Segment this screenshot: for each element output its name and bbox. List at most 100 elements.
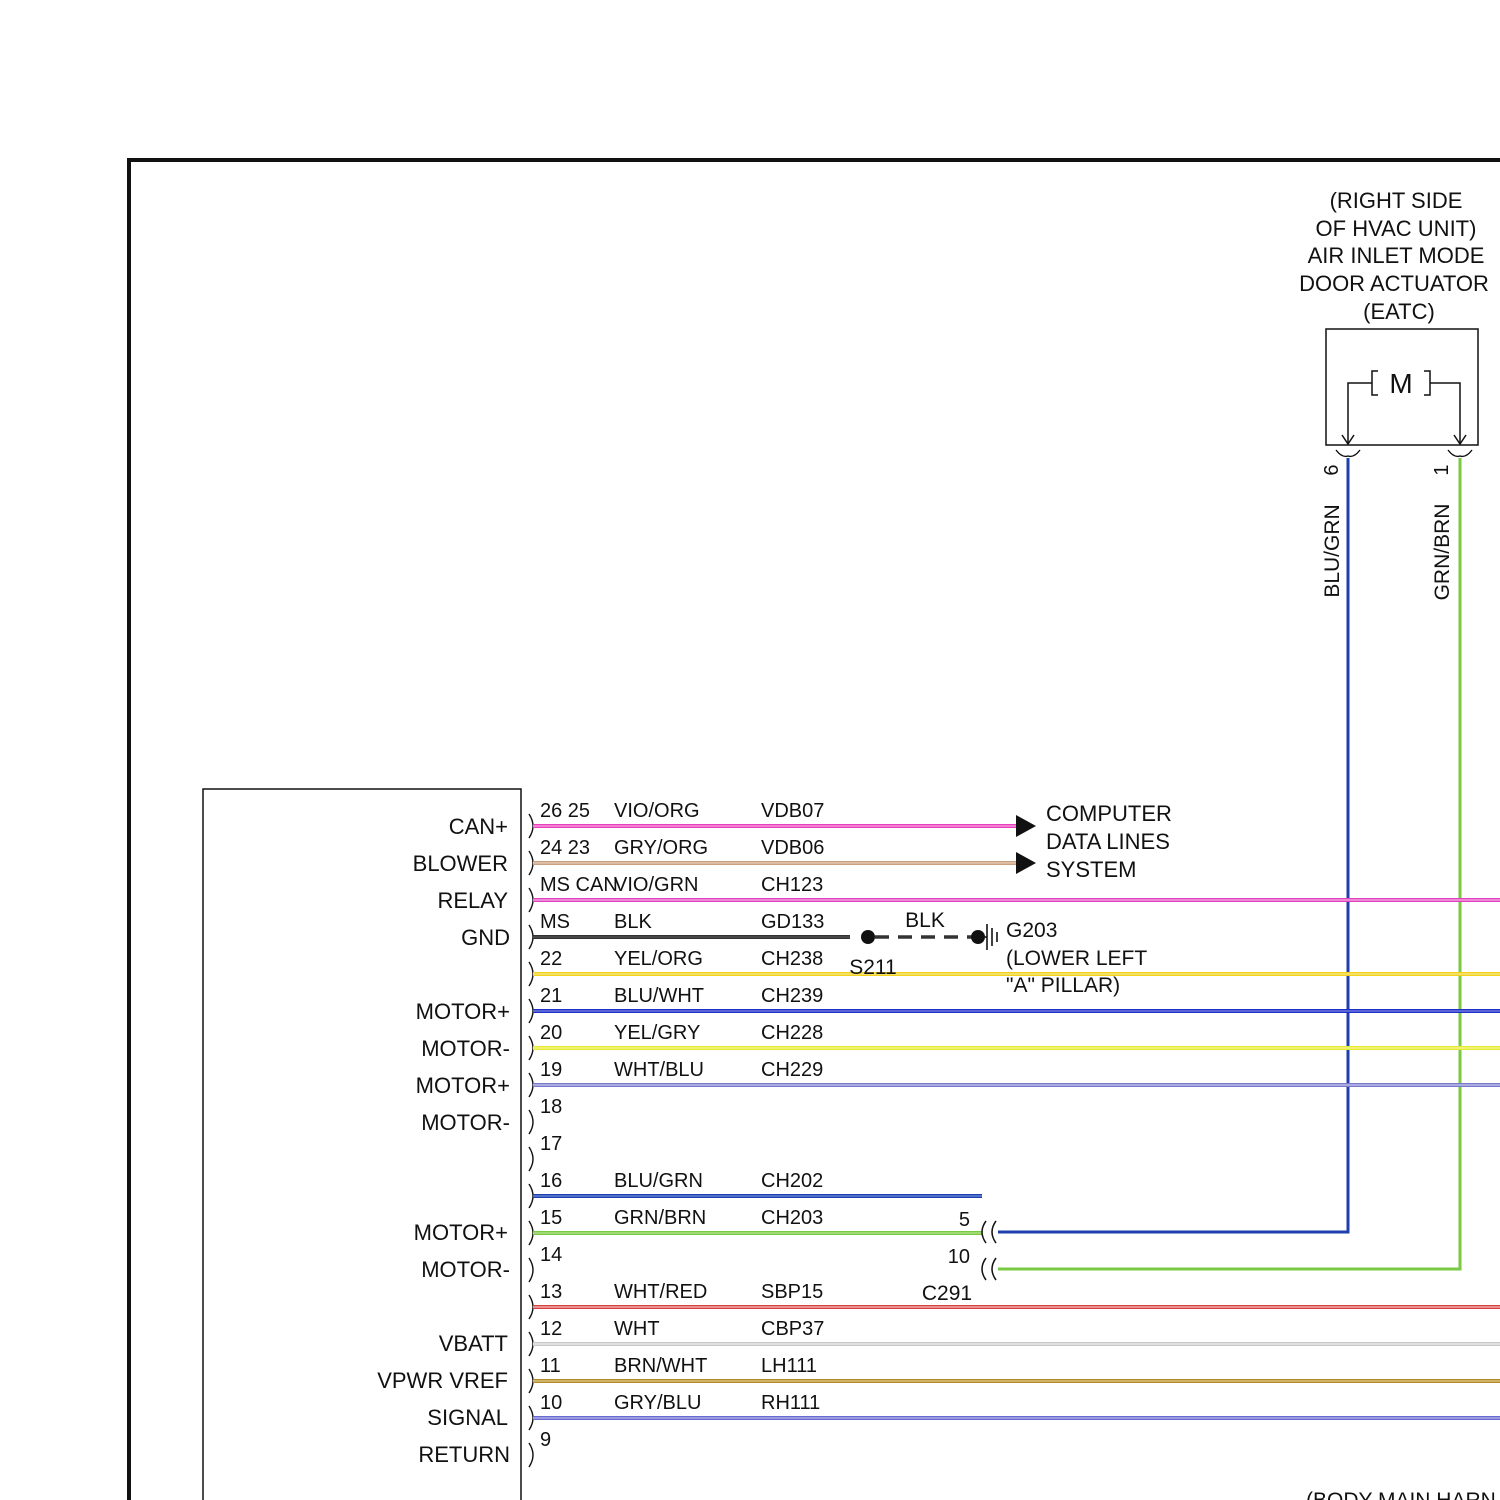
circuit-id-4: CH238 bbox=[761, 948, 823, 970]
wire-color-0: VIO/ORG bbox=[614, 800, 700, 822]
wire-color-15: BRN/WHT bbox=[614, 1355, 707, 1377]
arrow-vdb06 bbox=[1016, 852, 1036, 874]
circuit-id-2: CH123 bbox=[761, 874, 823, 896]
motor-label: M bbox=[1389, 368, 1412, 399]
pin-number-12: 14 bbox=[540, 1244, 562, 1266]
ground-symbol bbox=[985, 924, 998, 950]
module-label-signal: SIGNAL bbox=[427, 1405, 508, 1430]
circuit-id-1: VDB06 bbox=[761, 837, 824, 859]
pin-number-10: 16 bbox=[540, 1170, 562, 1192]
pin-number-16: 10 bbox=[540, 1392, 562, 1414]
ground-location-line-2: "A" PILLAR) bbox=[1006, 974, 1120, 997]
module-terminal-10 bbox=[528, 1183, 534, 1209]
module-label-motor-minus-3: MOTOR- bbox=[421, 1257, 510, 1282]
inline-connector-c291: 5 10 C291 bbox=[922, 1209, 997, 1305]
wire-color-10: BLU/GRN bbox=[614, 1170, 703, 1192]
module-terminal-8 bbox=[528, 1109, 534, 1135]
circuit-id-3: GD133 bbox=[761, 911, 824, 933]
wire-color-4: YEL/ORG bbox=[614, 948, 703, 970]
c291-pin-10: 10 bbox=[948, 1246, 970, 1268]
module-terminal-1 bbox=[528, 850, 534, 876]
arrow-vdb07 bbox=[1016, 815, 1036, 837]
module-terminal-14 bbox=[528, 1331, 534, 1357]
actuator-title-line-2: OF HVAC UNIT) bbox=[1316, 216, 1477, 241]
wire-color-3: BLK bbox=[614, 911, 652, 933]
pin-number-8: 18 bbox=[540, 1096, 562, 1118]
module-terminal-0 bbox=[528, 813, 534, 839]
pin-number-13: 13 bbox=[540, 1281, 562, 1303]
c291-label: C291 bbox=[922, 1282, 972, 1305]
module-label-motor-plus-3: MOTOR+ bbox=[414, 1220, 508, 1245]
wire-color-1: GRY/ORG bbox=[614, 837, 708, 859]
module-label-motor-plus-2: MOTOR+ bbox=[416, 1073, 510, 1098]
circuit-id-7: CH229 bbox=[761, 1059, 823, 1081]
module-terminal-13 bbox=[528, 1294, 534, 1320]
wire-color-16: GRY/BLU bbox=[614, 1392, 701, 1414]
ground-wire-color: BLK bbox=[905, 909, 945, 932]
splice-s211-dot bbox=[861, 930, 875, 944]
pin-number-5: 21 bbox=[540, 985, 562, 1007]
wire-color-7: WHT/BLU bbox=[614, 1059, 704, 1081]
data-lines-line-3: SYSTEM bbox=[1046, 857, 1136, 882]
pin-number-11: 15 bbox=[540, 1207, 562, 1229]
wiring-diagram: (RIGHT SIDE OF HVAC UNIT) AIR INLET MODE… bbox=[127, 158, 1500, 1500]
wire-color-14: WHT bbox=[614, 1318, 660, 1340]
pin-number-4: 22 bbox=[540, 948, 562, 970]
wire-color-6: YEL/GRY bbox=[614, 1022, 700, 1044]
pin-number-7: 19 bbox=[540, 1059, 562, 1081]
module-terminal-12 bbox=[528, 1257, 534, 1283]
module-terminal-4 bbox=[528, 961, 534, 987]
ground-location-line-1: (LOWER LEFT bbox=[1006, 947, 1147, 970]
actuator-title-line-4: DOOR ACTUATOR bbox=[1299, 271, 1489, 296]
pin-number-0: 26 25 bbox=[540, 800, 590, 822]
data-lines-line-2: DATA LINES bbox=[1046, 829, 1170, 854]
circuit-id-16: RH111 bbox=[761, 1392, 820, 1414]
pin-number-9: 17 bbox=[540, 1133, 562, 1155]
actuator-title-line-5: (EATC) bbox=[1363, 299, 1435, 324]
module-terminal-7 bbox=[528, 1072, 534, 1098]
circuit-id-0: VDB07 bbox=[761, 800, 824, 822]
module-terminal-6 bbox=[528, 1035, 534, 1061]
ground-g203-dot bbox=[971, 930, 985, 944]
circuit-id-14: CBP37 bbox=[761, 1318, 824, 1340]
wire-color-2: VIO/GRN bbox=[614, 874, 698, 896]
module-label-relay: RELAY bbox=[437, 888, 508, 913]
data-lines-line-1: COMPUTER bbox=[1046, 801, 1172, 826]
pin-number-3: MS bbox=[540, 911, 570, 933]
c291-terminals bbox=[981, 1220, 997, 1281]
module-label-motor-plus-1: MOTOR+ bbox=[416, 999, 510, 1024]
module-label-motor-minus-1: MOTOR- bbox=[421, 1036, 510, 1061]
c291-pin-5: 5 bbox=[959, 1209, 970, 1231]
ground-circuit: S211 BLK G203 (LOWER LEFT "A" PILLAR) bbox=[849, 909, 1147, 997]
circuit-id-15: LH111 bbox=[761, 1355, 817, 1377]
pin-number-6: 20 bbox=[540, 1022, 562, 1044]
module-pin-labels: CAN+ BLOWER RELAY GND MOTOR+ MOTOR- MOTO… bbox=[377, 814, 510, 1467]
module-terminal-17 bbox=[528, 1442, 534, 1468]
actuator-title-line-1: (RIGHT SIDE bbox=[1330, 188, 1463, 213]
module-label-return: RETURN bbox=[418, 1442, 510, 1467]
pin-number-1: 24 23 bbox=[540, 837, 590, 859]
module-label-vpwr-vref: VPWR VREF bbox=[377, 1368, 508, 1393]
pin-number-2: MS CAN bbox=[540, 874, 618, 896]
wire-color-11: GRN/BRN bbox=[614, 1207, 706, 1229]
module-label-blower: BLOWER bbox=[413, 851, 508, 876]
module-terminal-3 bbox=[528, 924, 534, 950]
pin-number-17: 9 bbox=[540, 1429, 551, 1451]
ground-g203-label: G203 bbox=[1006, 919, 1057, 942]
module-terminal-16 bbox=[528, 1405, 534, 1431]
circuit-id-11: CH203 bbox=[761, 1207, 823, 1229]
module-label-can-plus: CAN+ bbox=[449, 814, 508, 839]
wire-color-13: WHT/RED bbox=[614, 1281, 707, 1303]
circuit-rows: 26 25 VIO/ORG VDB07 24 23 GRY/ORG VDB06 MS CAN… bbox=[528, 800, 1500, 1468]
module-terminal-11 bbox=[528, 1220, 534, 1246]
circuit-id-6: CH228 bbox=[761, 1022, 823, 1044]
actuator-pin-1: 1 bbox=[1431, 464, 1453, 475]
computer-data-lines-reference: COMPUTER DATA LINES SYSTEM bbox=[1016, 801, 1172, 882]
actuator-connector-terminals bbox=[1335, 449, 1473, 458]
circuit-id-10: CH202 bbox=[761, 1170, 823, 1192]
pin-number-15: 11 bbox=[540, 1355, 561, 1377]
module-label-vbatt: VBATT bbox=[439, 1331, 508, 1356]
body-main-harness-label: (BODY MAIN HARN bbox=[1306, 1489, 1496, 1500]
wire-color-5: BLU/WHT bbox=[614, 985, 704, 1007]
circuit-id-13: SBP15 bbox=[761, 1281, 823, 1303]
